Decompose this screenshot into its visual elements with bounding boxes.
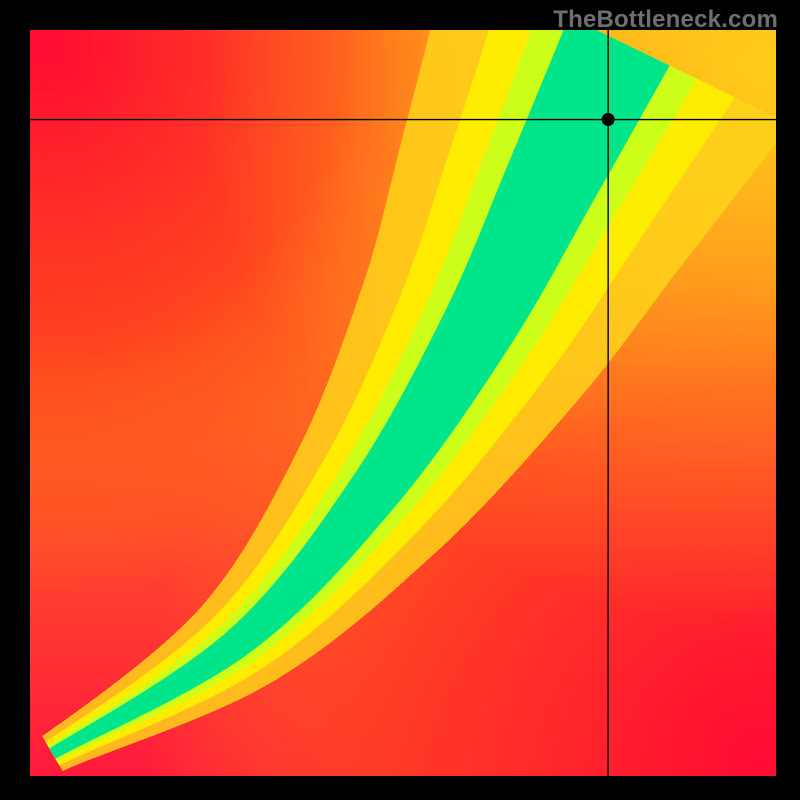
bottleneck-heatmap <box>30 30 776 776</box>
chart-container: TheBottleneck.com <box>0 0 800 800</box>
marker-point <box>602 113 615 126</box>
